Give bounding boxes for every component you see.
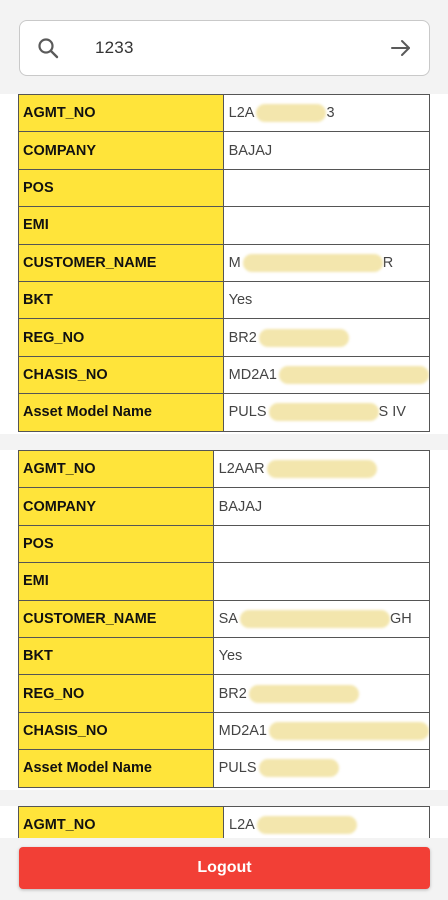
field-value: L2AAR [212, 449, 431, 489]
table-row: AGMT_NO L2A 3 [18, 93, 431, 133]
table-row: CHASIS_NO MD2A1 [18, 355, 431, 395]
table-row: EMI [18, 206, 431, 245]
field-label: EMI [18, 562, 214, 601]
app-screen: 1233 AGMT_NO L2A 3 COMPANY BAJAJ POS EMI CUSTOM… [0, 0, 448, 900]
field-value [222, 206, 431, 245]
field-value-suffix: 3 [326, 105, 335, 122]
redacted-value [258, 759, 339, 778]
table-row: CUSTOMER_NAME M R [18, 243, 431, 282]
field-value: MR [222, 243, 431, 282]
field-label: CUSTOMER_NAME [18, 243, 224, 282]
field-value-text: Yes [218, 648, 243, 665]
redacted-value [256, 104, 327, 123]
table-row: CUSTOMER_NAME SA GH [18, 599, 431, 638]
field-label: REG_NO [18, 318, 224, 357]
field-value [222, 168, 431, 208]
field-label: EMI [18, 206, 224, 245]
field-label: CUSTOMER_NAME [18, 599, 214, 638]
field-value-text: BR2 [228, 329, 257, 346]
field-value: MD2A1 [212, 711, 431, 751]
table-row: BKT Yes [18, 280, 431, 320]
field-label: COMPANY [18, 487, 214, 526]
field-value-text: BR2 [218, 685, 247, 702]
field-value-text: Yes [228, 292, 253, 309]
field-label: POS [18, 524, 214, 564]
field-value-text: BAJAJ [228, 142, 273, 159]
field-value-suffix: S IV [378, 404, 406, 421]
field-value-text: BAJAJ [218, 498, 263, 515]
field-value-text: SA [218, 610, 238, 627]
field-value: BAJAJ [212, 487, 431, 526]
field-value-text: PULS [218, 760, 257, 777]
record-card: AGMT_NO L2AAR COMPANY BAJAJ POS EMI CUSTOMER_N… [0, 449, 448, 790]
field-value: BAJAJ [222, 131, 431, 170]
field-label: REG_NO [18, 674, 214, 713]
field-value: Yes [212, 636, 431, 676]
field-label: BKT [18, 280, 224, 320]
field-value: SA GH [212, 599, 431, 638]
record-table: AGMT_NO L2A 3 COMPANY BAJAJ POS EMI CUSTOMER_NA… [18, 93, 431, 432]
search-input[interactable]: 1233 [95, 38, 134, 58]
redacted-value [242, 253, 383, 272]
field-value: MD2A1 [222, 355, 431, 395]
table-row: Asset Model Name PULS S IV [18, 393, 431, 432]
table-row: COMPANY BAJAJ [18, 487, 431, 526]
table-row: EMI [18, 562, 431, 601]
field-value-suffix: GH [389, 610, 412, 627]
redacted-value [239, 609, 390, 628]
field-value-suffix: R [382, 254, 394, 271]
table-row: REG_NO BR2 [18, 674, 431, 713]
field-label: AGMT_NO [18, 449, 214, 489]
records-list: AGMT_NO L2A 3 COMPANY BAJAJ POS EMI CUSTOMER_NA… [0, 93, 448, 858]
field-label: POS [18, 168, 224, 208]
table-row: REG_NO BR2 [18, 318, 431, 357]
field-value-text: MD2A1 [218, 722, 267, 739]
field-label: Asset Model Name [18, 393, 224, 432]
redacted-value [279, 365, 429, 384]
search-icon [38, 38, 59, 59]
arrow-right-icon[interactable] [389, 36, 413, 60]
field-value: BR2 [212, 674, 431, 713]
field-value [212, 562, 431, 601]
field-label: AGMT_NO [18, 93, 224, 133]
field-label: Asset Model Name [18, 749, 214, 788]
field-value-text: L2AAR [218, 461, 265, 478]
table-row: COMPANY BAJAJ [18, 131, 431, 170]
redacted-value [268, 403, 379, 422]
table-row: AGMT_NO L2AAR [18, 449, 431, 489]
field-value-text: M [228, 254, 241, 271]
table-row: Asset Model Name PULS [18, 749, 431, 788]
redacted-value [258, 328, 349, 347]
table-row: POS [18, 524, 431, 564]
table-row: CHASIS_NO MD2A1 [18, 711, 431, 751]
field-value-text: PULS [228, 404, 267, 421]
record-card: AGMT_NO L2A 3 COMPANY BAJAJ POS EMI CUSTOMER_NA… [0, 93, 448, 434]
redacted-value [266, 460, 377, 479]
field-value-text: L2A [228, 105, 255, 122]
field-value: BR2 [222, 318, 431, 357]
field-label: COMPANY [18, 131, 224, 170]
field-label: BKT [18, 636, 214, 676]
record-table: AGMT_NO L2AAR COMPANY BAJAJ POS EMI CUSTOMER_N… [18, 449, 431, 788]
field-value: PULS [212, 749, 431, 788]
redacted-value [256, 816, 357, 835]
field-value-text: MD2A1 [228, 366, 277, 383]
table-row: BKT Yes [18, 636, 431, 676]
field-value: PULS S IV [222, 393, 431, 432]
field-label: CHASIS_NO [18, 355, 224, 395]
field-value-text: L2A [229, 817, 255, 834]
table-row: POS [18, 168, 431, 208]
redacted-value [248, 684, 359, 703]
field-value: L2A 3 [222, 93, 431, 133]
search-bar[interactable]: 1233 [19, 20, 430, 76]
redacted-value [269, 721, 429, 740]
field-value [212, 524, 431, 564]
logout-button[interactable]: Logout [19, 847, 430, 889]
field-label: CHASIS_NO [18, 711, 214, 751]
field-value: Yes [222, 280, 431, 320]
